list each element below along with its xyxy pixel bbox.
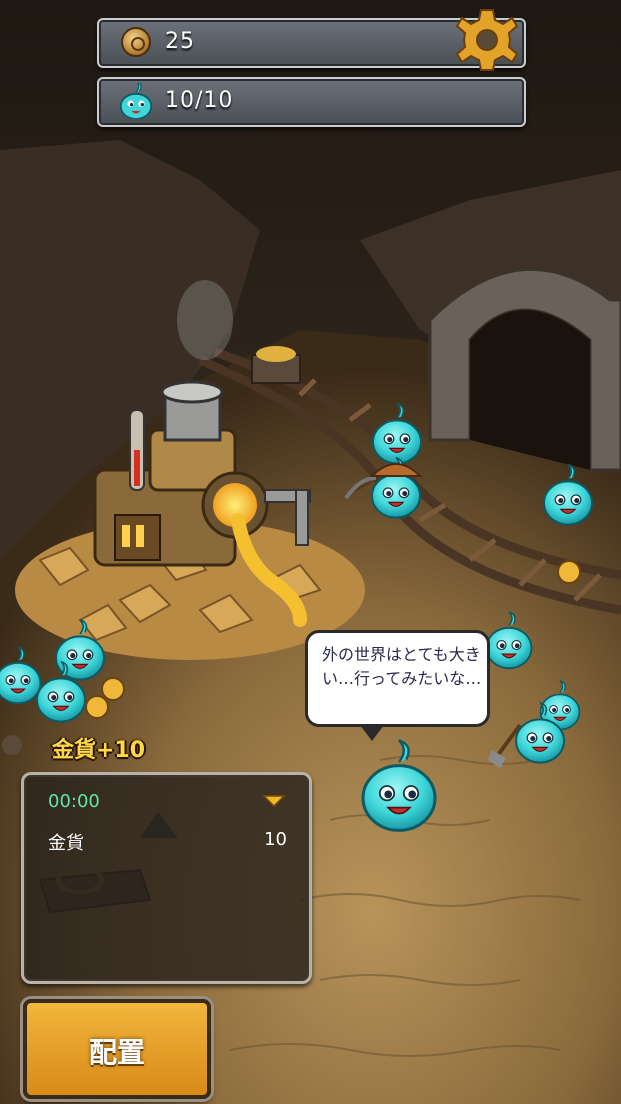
slime-icon xyxy=(119,83,153,119)
deploy-button-label: 配置 xyxy=(88,1036,145,1069)
gold-coin-icon xyxy=(121,27,151,57)
reward-popup-text: 金貨+10 xyxy=(52,738,146,763)
coin-count: 25 xyxy=(165,29,195,54)
speech-bubble-text: 外の世界はとても大きい…行ってみたいな… xyxy=(322,645,482,688)
production-panel[interactable]: 00:00 金貨 10 xyxy=(21,772,312,984)
deploy-button[interactable]: 配置 xyxy=(23,999,211,1099)
resource-label: 金貨 xyxy=(48,833,84,854)
resource-value: 10 xyxy=(264,829,287,850)
slime-counter-bar: 10/10 xyxy=(97,77,526,127)
production-timer: 00:00 xyxy=(48,791,100,812)
speech-bubble: 外の世界はとても大きい…行ってみたいな… xyxy=(305,630,490,741)
slime-count: 10/10 xyxy=(165,88,234,113)
gear-icon[interactable] xyxy=(455,8,519,72)
chevron-down-icon[interactable] xyxy=(263,795,285,807)
